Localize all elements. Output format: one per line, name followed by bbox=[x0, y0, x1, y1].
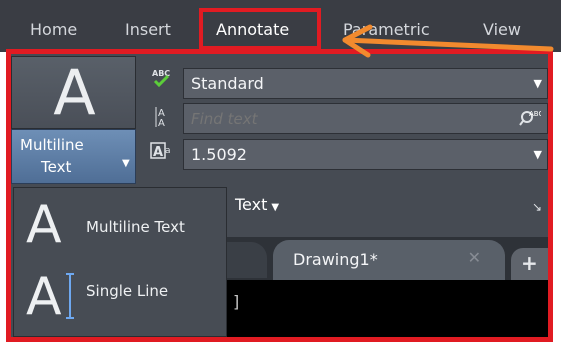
pointer-arrow bbox=[342, 24, 554, 58]
